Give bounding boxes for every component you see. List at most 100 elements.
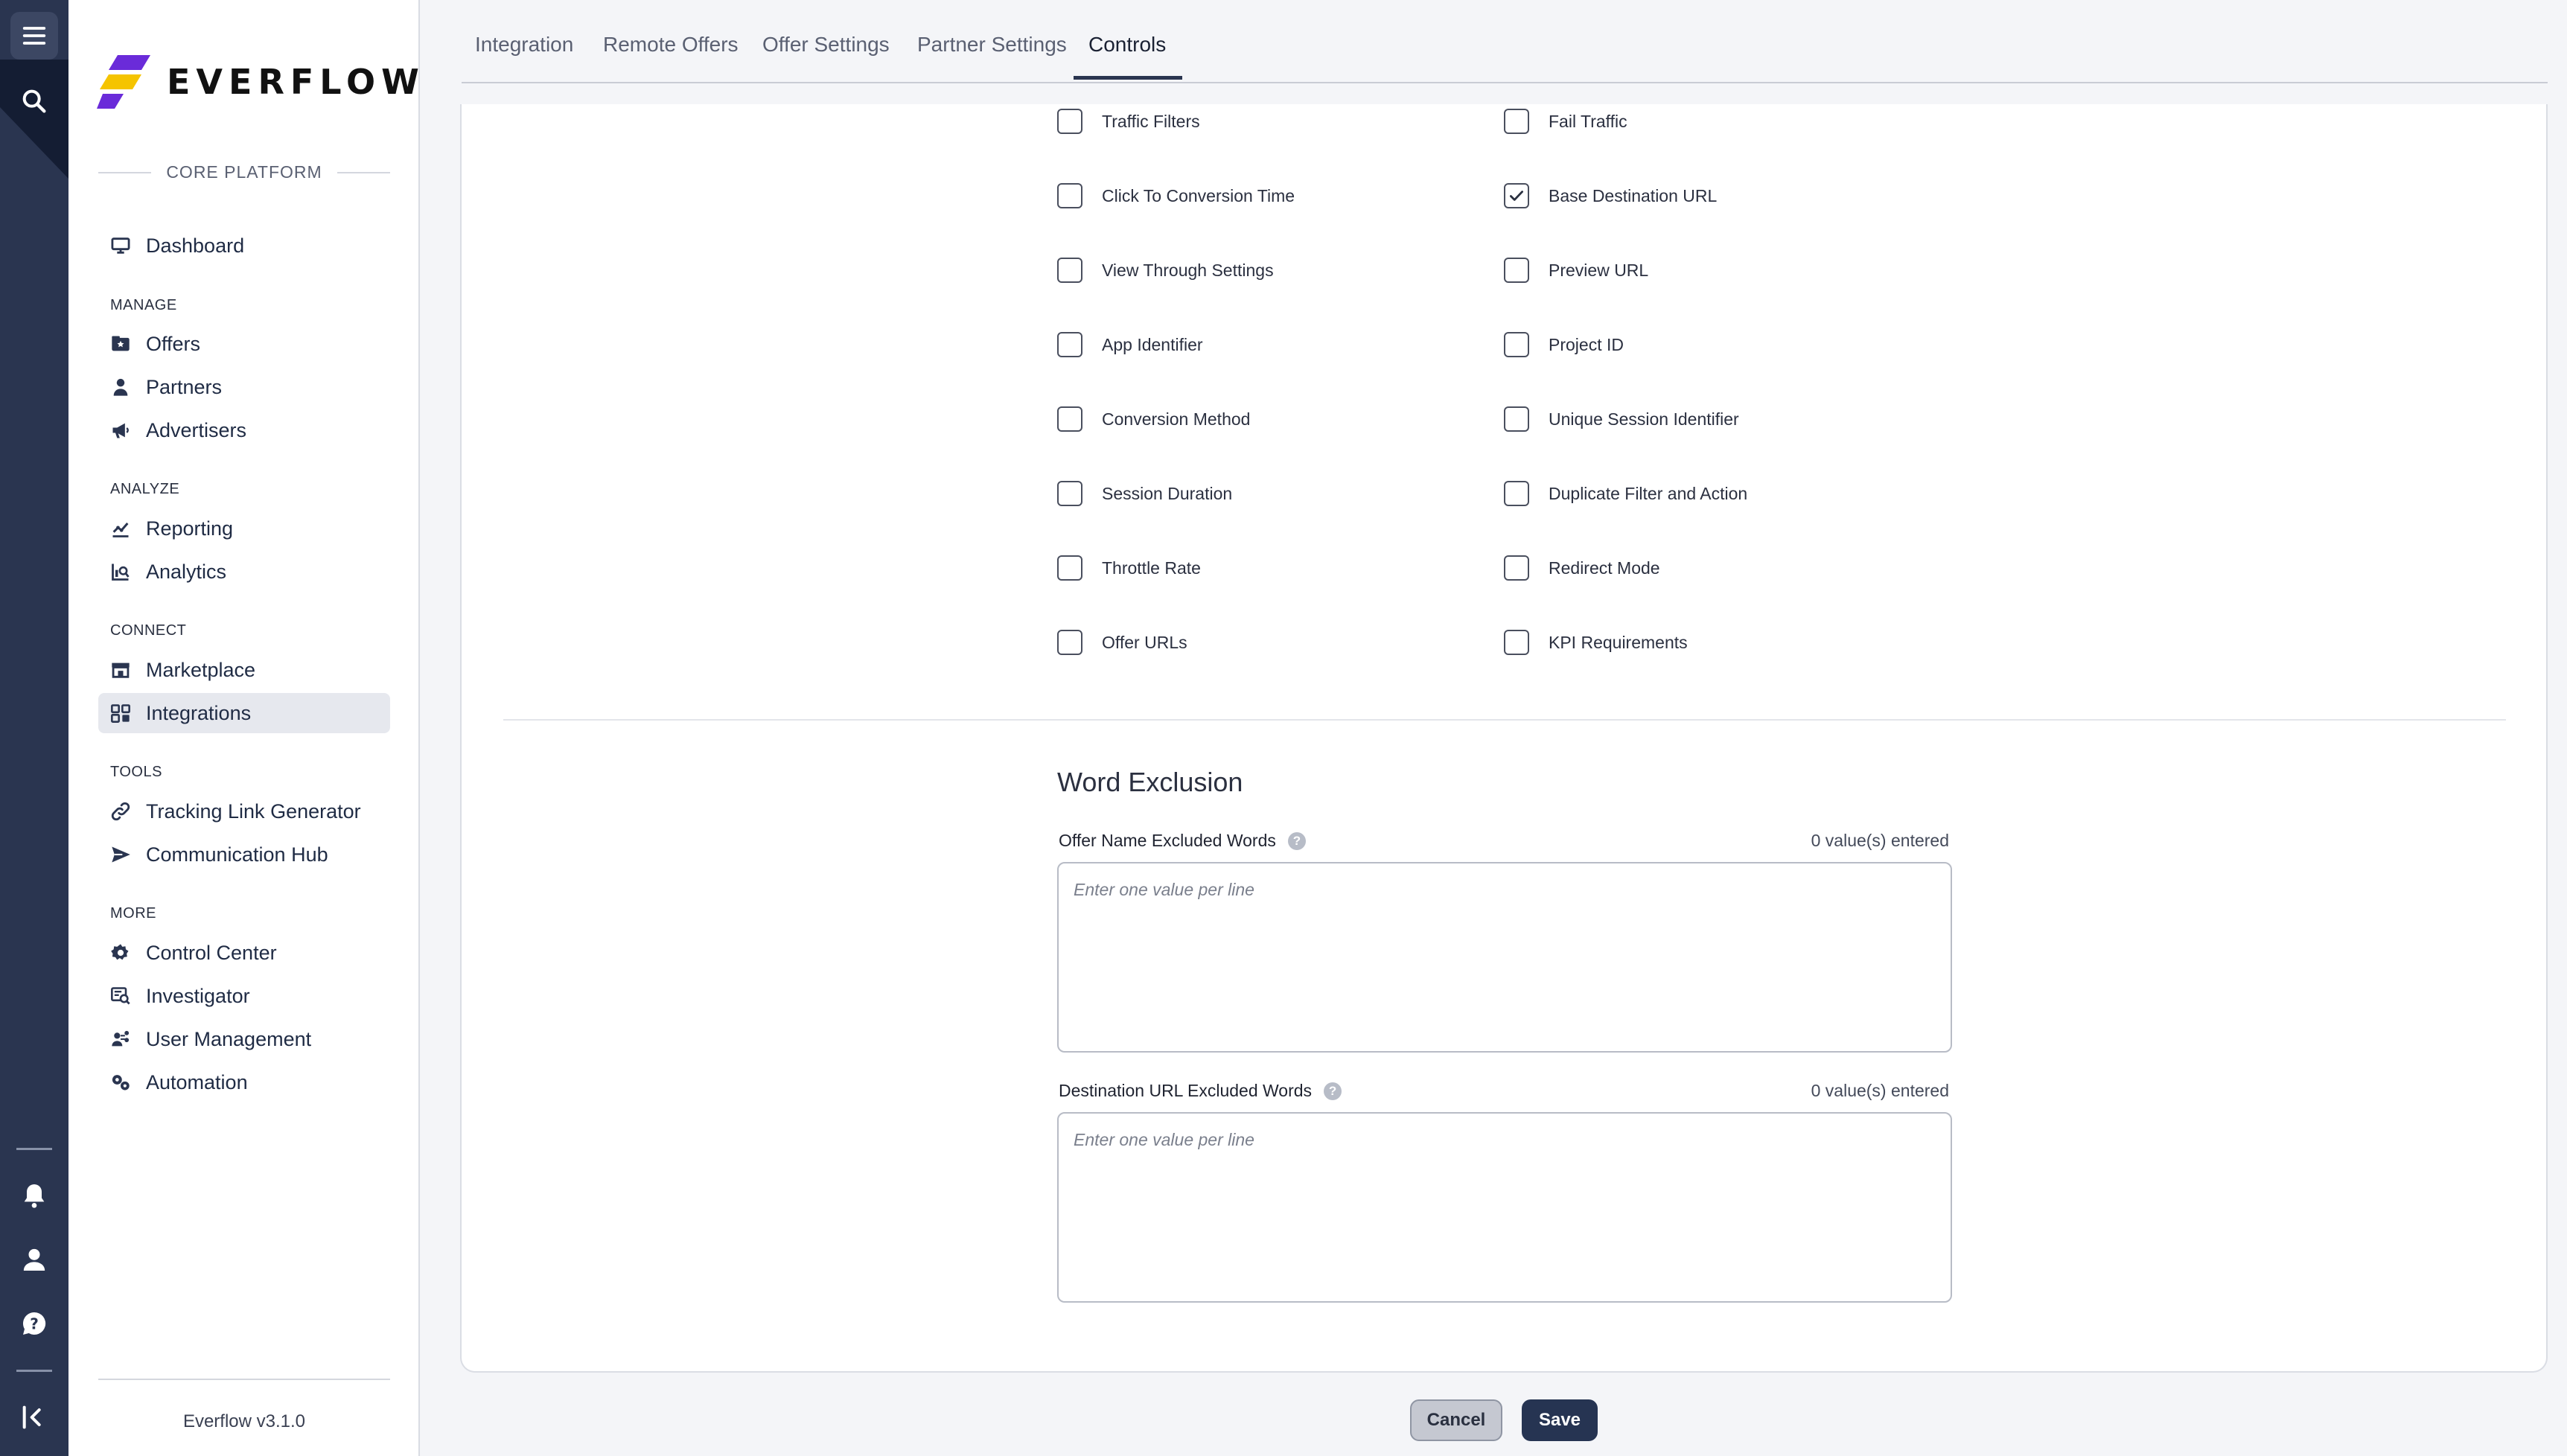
sidebar-item-label: Reporting [146, 517, 234, 540]
checkbox[interactable] [1057, 109, 1082, 134]
checkbox[interactable] [1057, 183, 1082, 208]
integrations-icon [111, 704, 130, 723]
sidebar-item-label: User Management [146, 1027, 312, 1050]
destination-url-excluded-label: Destination URL Excluded Words ? [1059, 1081, 1342, 1101]
checkbox-label: Unique Session Identifier [1549, 409, 1739, 429]
sidebar-item-dashboard[interactable]: Dashboard [98, 226, 390, 266]
sidebar: EVERFLOW CORE PLATFORM Dashboard MANAGE … [68, 0, 420, 1456]
search-icon[interactable] [10, 77, 58, 125]
control-checkbox-row[interactable]: Preview URL [1504, 258, 1648, 283]
sidebar-item-label: Analytics [146, 560, 227, 583]
tab-controls[interactable]: Controls [1088, 33, 1166, 57]
control-checkbox-row[interactable]: Base Destination URL [1504, 183, 1717, 208]
tab-remote-offers[interactable]: Remote Offers [603, 33, 739, 57]
everflow-logo-icon [97, 55, 150, 109]
sidebar-item-label: Tracking Link Generator [146, 799, 361, 823]
checkbox[interactable] [1504, 481, 1529, 506]
checkbox[interactable] [1504, 555, 1529, 581]
control-checkbox-row[interactable]: Click To Conversion Time [1057, 183, 1295, 208]
field-label-text: Offer Name Excluded Words [1059, 831, 1276, 850]
save-button[interactable]: Save [1522, 1399, 1598, 1441]
checkbox-label: App Identifier [1102, 334, 1203, 354]
bell-icon[interactable] [10, 1172, 58, 1219]
checkbox[interactable] [1057, 481, 1082, 506]
word-exclusion-heading: Word Exclusion [1057, 767, 1243, 797]
user-icon[interactable] [10, 1236, 58, 1283]
checkbox-label: Throttle Rate [1102, 558, 1201, 578]
gear-icon [111, 944, 129, 960]
control-checkbox-row[interactable]: Session Duration [1057, 481, 1232, 506]
help-icon[interactable]: ? [1324, 1082, 1342, 1100]
checkbox[interactable] [1504, 109, 1529, 134]
destination-url-excluded-words-input[interactable] [1057, 1112, 1952, 1303]
tab-offer-settings[interactable]: Offer Settings [762, 33, 890, 57]
control-checkbox-row[interactable]: Redirect Mode [1504, 555, 1660, 581]
tab-integration[interactable]: Integration [475, 33, 573, 57]
sidebar-item-offers[interactable]: Offers [98, 324, 390, 364]
checkbox[interactable] [1057, 332, 1082, 357]
sidebar-divider [98, 1379, 390, 1380]
divider-line [337, 171, 390, 173]
sidebar-item-analytics[interactable]: Analytics [98, 552, 390, 592]
sidebar-item-label: Offers [146, 332, 201, 355]
checkbox[interactable] [1057, 630, 1082, 655]
control-checkbox-row[interactable]: Fail Traffic [1504, 109, 1627, 134]
sidebar-item-automation[interactable]: Automation [98, 1062, 390, 1102]
icon-rail: ? [0, 0, 68, 1456]
sidebar-item-investigator[interactable]: Investigator [98, 976, 390, 1016]
control-checkbox-row[interactable]: Conversion Method [1057, 406, 1250, 432]
sidebar-item-marketplace[interactable]: Marketplace [98, 650, 390, 690]
tab-partner-settings[interactable]: Partner Settings [917, 33, 1067, 57]
section-label-manage: MANAGE [110, 297, 177, 313]
link-icon [111, 802, 130, 821]
help-icon[interactable]: ? [1287, 831, 1306, 850]
sidebar-item-advertisers[interactable]: Advertisers [98, 410, 390, 450]
active-tab-indicator [1074, 76, 1182, 80]
brand-logo[interactable]: EVERFLOW [97, 55, 425, 109]
control-checkbox-row[interactable]: Traffic Filters [1057, 109, 1200, 134]
checkbox[interactable] [1057, 555, 1082, 581]
control-checkbox-row[interactable]: Offer URLs [1057, 630, 1187, 655]
checkbox[interactable] [1057, 258, 1082, 283]
section-label-more: MORE [110, 905, 156, 922]
control-checkbox-row[interactable]: Unique Session Identifier [1504, 406, 1739, 432]
sidebar-item-user-management[interactable]: User Management [98, 1019, 390, 1059]
control-checkbox-row[interactable]: App Identifier [1057, 332, 1203, 357]
collapse-sidebar-icon[interactable] [10, 1393, 58, 1441]
checkbox[interactable] [1504, 630, 1529, 655]
offer-name-excluded-words-input[interactable] [1057, 862, 1952, 1053]
offer-name-excluded-label: Offer Name Excluded Words ? [1059, 831, 1306, 851]
sidebar-item-partners[interactable]: Partners [98, 367, 390, 407]
megaphone-icon [112, 423, 129, 438]
checkbox[interactable] [1504, 406, 1529, 432]
help-chat-icon[interactable]: ? [10, 1300, 58, 1347]
sidebar-item-tracking-link-generator[interactable]: Tracking Link Generator [98, 791, 390, 831]
send-icon [112, 846, 130, 863]
checkbox-label: Project ID [1549, 334, 1624, 354]
control-checkbox-row[interactable]: View Through Settings [1057, 258, 1274, 283]
sidebar-item-reporting[interactable]: Reporting [98, 508, 390, 549]
sidebar-item-label: Automation [146, 1070, 248, 1093]
checkbox-checked[interactable] [1504, 183, 1529, 208]
control-checkbox-row[interactable]: KPI Requirements [1504, 630, 1688, 655]
sidebar-item-control-center[interactable]: Control Center [98, 933, 390, 973]
monitor-icon [111, 237, 130, 254]
partner-icon [113, 378, 128, 396]
control-checkbox-row[interactable]: Duplicate Filter and Action [1504, 481, 1747, 506]
sidebar-item-communication-hub[interactable]: Communication Hub [98, 834, 390, 875]
checkbox-label: Click To Conversion Time [1102, 185, 1295, 205]
checkbox[interactable] [1504, 332, 1529, 357]
control-checkbox-row[interactable]: Throttle Rate [1057, 555, 1201, 581]
checkbox[interactable] [1057, 406, 1082, 432]
rail-divider [16, 1148, 52, 1150]
checkbox-label: KPI Requirements [1549, 632, 1688, 652]
cancel-button[interactable]: Cancel [1410, 1399, 1502, 1441]
sidebar-item-integrations[interactable]: Integrations [98, 693, 390, 733]
control-checkbox-row[interactable]: Project ID [1504, 332, 1624, 357]
storefront-icon [112, 662, 130, 678]
destination-url-value-count: 0 value(s) entered [1811, 1081, 1949, 1100]
field-label-text: Destination URL Excluded Words [1059, 1081, 1313, 1100]
menu-icon[interactable] [10, 12, 58, 60]
checkbox[interactable] [1504, 258, 1529, 283]
checkbox-label: Fail Traffic [1549, 111, 1627, 131]
